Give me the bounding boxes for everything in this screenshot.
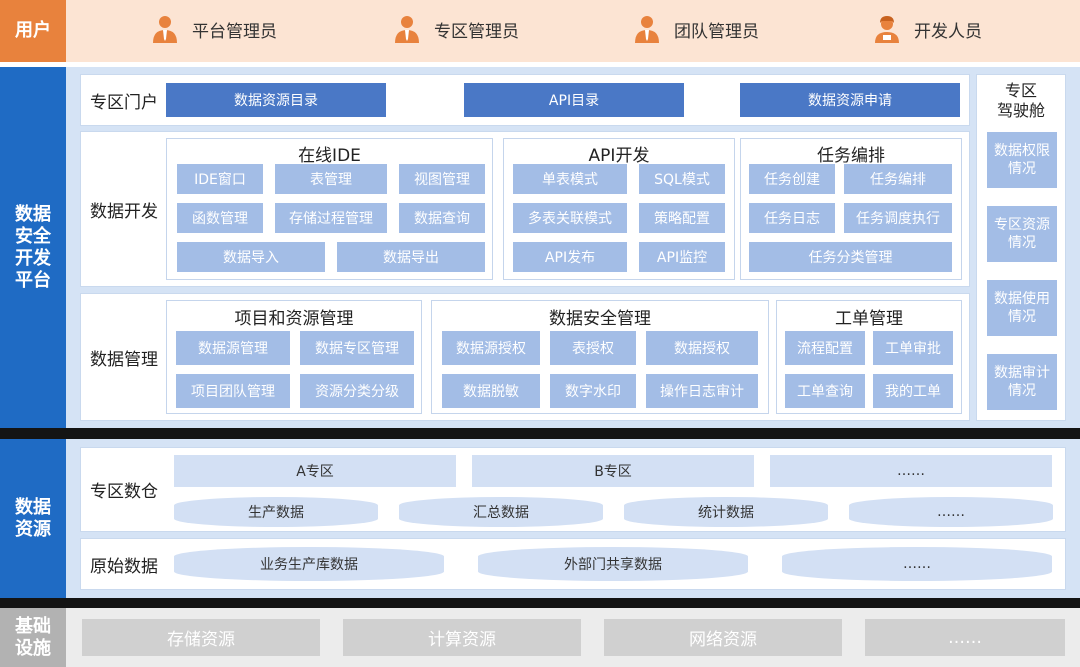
dev-label: 数据开发 — [90, 201, 158, 222]
network-resource-box[interactable]: 网络资源 — [604, 619, 842, 656]
admin-person-icon — [153, 16, 177, 43]
api-dev-title: API开发 — [588, 145, 650, 166]
user-platform-admin: 平台管理员 — [150, 12, 277, 46]
side-label-infra-text: 基础 设施 — [15, 615, 51, 659]
task-log-item[interactable]: 任务日志 — [749, 203, 835, 233]
project-resource-title: 项目和资源管理 — [234, 308, 354, 329]
user-label: 团队管理员 — [674, 21, 759, 42]
side-label-user-text: 用户 — [15, 20, 51, 41]
user-label: 开发人员 — [914, 21, 982, 42]
function-management-item[interactable]: 函数管理 — [177, 203, 263, 233]
data-resource-catalog-button[interactable]: 数据资源目录 — [166, 83, 386, 117]
data-security-title: 数据安全管理 — [549, 308, 651, 329]
table-authorization-item[interactable]: 表授权 — [550, 331, 636, 365]
project-team-management-item[interactable]: 项目团队管理 — [176, 374, 290, 408]
data-query-item[interactable]: 数据查询 — [399, 203, 485, 233]
work-order-query-item[interactable]: 工单查询 — [785, 374, 865, 408]
table-management-item[interactable]: 表管理 — [275, 164, 387, 194]
datasource-management-item[interactable]: 数据源管理 — [176, 331, 290, 365]
raw-data-label: 原始数据 — [90, 556, 158, 577]
task-category-item[interactable]: 任务分类管理 — [749, 242, 952, 272]
cockpit-usage-item[interactable]: 数据使用 情况 — [987, 280, 1057, 336]
sql-mode-item[interactable]: SQL模式 — [639, 164, 725, 194]
side-label-platform-text: 数据 安全 开发 平台 — [15, 203, 51, 291]
cockpit-permission-item[interactable]: 数据权限 情况 — [987, 132, 1057, 188]
data-masking-item[interactable]: 数据脱敏 — [442, 374, 540, 408]
side-label-resource-text: 数据 资源 — [15, 496, 51, 540]
data-zone-management-item[interactable]: 数据专区管理 — [300, 331, 414, 365]
task-schedule-item[interactable]: 任务调度执行 — [844, 203, 952, 233]
api-catalog-button[interactable]: API目录 — [464, 83, 684, 117]
user-developer: 开发人员 — [872, 12, 982, 46]
data-resource-apply-button[interactable]: 数据资源申请 — [740, 83, 960, 117]
my-work-order-item[interactable]: 我的工单 — [873, 374, 953, 408]
infra-more-box[interactable]: …… — [865, 619, 1065, 656]
summary-data-cylinder[interactable]: 汇总数据 — [399, 497, 603, 527]
raw-more-cylinder[interactable]: …… — [782, 547, 1052, 581]
business-db-cylinder[interactable]: 业务生产库数据 — [174, 547, 444, 581]
data-export-item[interactable]: 数据导出 — [337, 242, 485, 272]
process-config-item[interactable]: 流程配置 — [785, 331, 865, 365]
developer-person-icon — [875, 16, 899, 43]
zone-b[interactable]: B专区 — [472, 455, 754, 487]
zone-a[interactable]: A专区 — [174, 455, 456, 487]
view-management-item[interactable]: 视图管理 — [399, 164, 485, 194]
production-data-cylinder[interactable]: 生产数据 — [174, 497, 378, 527]
admin-person-icon — [635, 16, 659, 43]
digital-watermark-item[interactable]: 数字水印 — [550, 374, 636, 408]
mgmt-label: 数据管理 — [90, 349, 158, 370]
work-order-title: 工单管理 — [835, 308, 903, 329]
task-orchestration-title: 任务编排 — [817, 145, 885, 166]
side-label-infra: 基础 设施 — [0, 608, 66, 667]
more-data-cylinder[interactable]: …… — [849, 497, 1053, 527]
datasource-authorization-item[interactable]: 数据源授权 — [442, 331, 540, 365]
task-create-item[interactable]: 任务创建 — [749, 164, 835, 194]
stored-procedure-item[interactable]: 存储过程管理 — [275, 203, 387, 233]
multi-table-join-item[interactable]: 多表关联模式 — [513, 203, 627, 233]
separator-bar — [0, 598, 1080, 608]
user-team-admin: 团队管理员 — [632, 12, 759, 46]
warehouse-label: 专区数仓 — [90, 482, 158, 502]
work-order-approval-item[interactable]: 工单审批 — [873, 331, 953, 365]
cockpit-resource-item[interactable]: 专区资源 情况 — [987, 206, 1057, 262]
single-table-mode-item[interactable]: 单表模式 — [513, 164, 627, 194]
api-publish-item[interactable]: API发布 — [513, 242, 627, 272]
operation-log-audit-item[interactable]: 操作日志审计 — [646, 374, 758, 408]
resource-classification-item[interactable]: 资源分类分级 — [300, 374, 414, 408]
data-authorization-item[interactable]: 数据授权 — [646, 331, 758, 365]
api-monitor-item[interactable]: API监控 — [639, 242, 725, 272]
task-orchestrate-item[interactable]: 任务编排 — [844, 164, 952, 194]
admin-person-icon — [395, 16, 419, 43]
ide-window-item[interactable]: IDE窗口 — [177, 164, 263, 194]
side-label-platform: 数据 安全 开发 平台 — [0, 67, 66, 428]
user-label: 专区管理员 — [434, 21, 519, 42]
side-label-user: 用户 — [0, 0, 66, 62]
ide-title: 在线IDE — [298, 145, 361, 166]
cockpit-title: 专区 驾驶舱 — [996, 81, 1045, 120]
separator-bar — [0, 428, 1080, 439]
side-label-resource: 数据 资源 — [0, 439, 66, 598]
zone-more[interactable]: …… — [770, 455, 1052, 487]
compute-resource-box[interactable]: 计算资源 — [343, 619, 581, 656]
storage-resource-box[interactable]: 存储资源 — [82, 619, 320, 656]
data-import-item[interactable]: 数据导入 — [177, 242, 325, 272]
user-zone-admin: 专区管理员 — [392, 12, 519, 46]
cockpit-audit-item[interactable]: 数据审计 情况 — [987, 354, 1057, 410]
user-label: 平台管理员 — [192, 21, 277, 42]
statistics-data-cylinder[interactable]: 统计数据 — [624, 497, 828, 527]
external-shared-cylinder[interactable]: 外部门共享数据 — [478, 547, 748, 581]
policy-config-item[interactable]: 策略配置 — [639, 203, 725, 233]
portal-label: 专区门户 — [90, 92, 158, 113]
